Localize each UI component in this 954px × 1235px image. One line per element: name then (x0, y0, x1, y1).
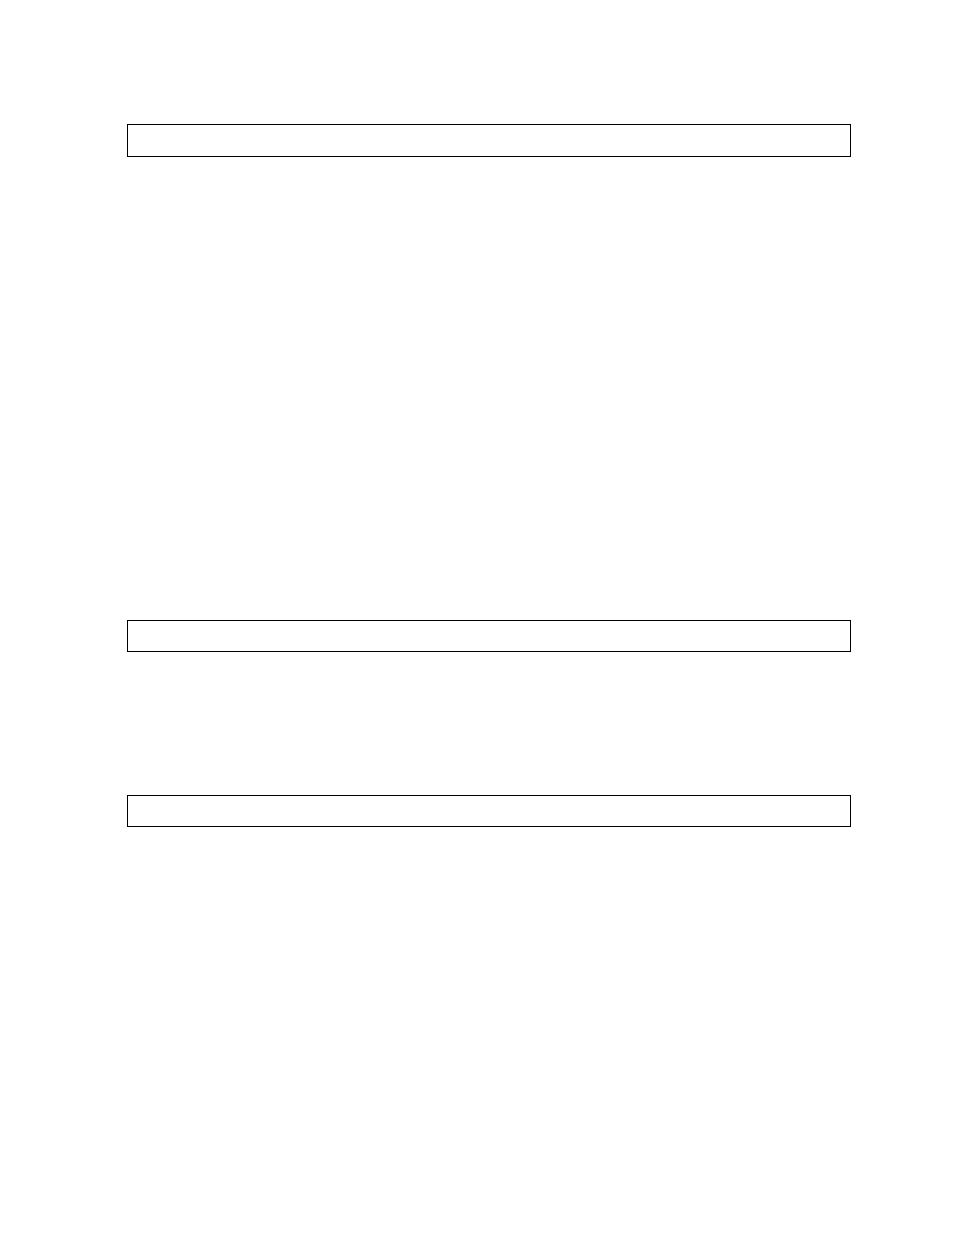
empty-box-3 (127, 795, 851, 827)
empty-box-1 (127, 124, 851, 157)
empty-box-2 (127, 620, 851, 652)
